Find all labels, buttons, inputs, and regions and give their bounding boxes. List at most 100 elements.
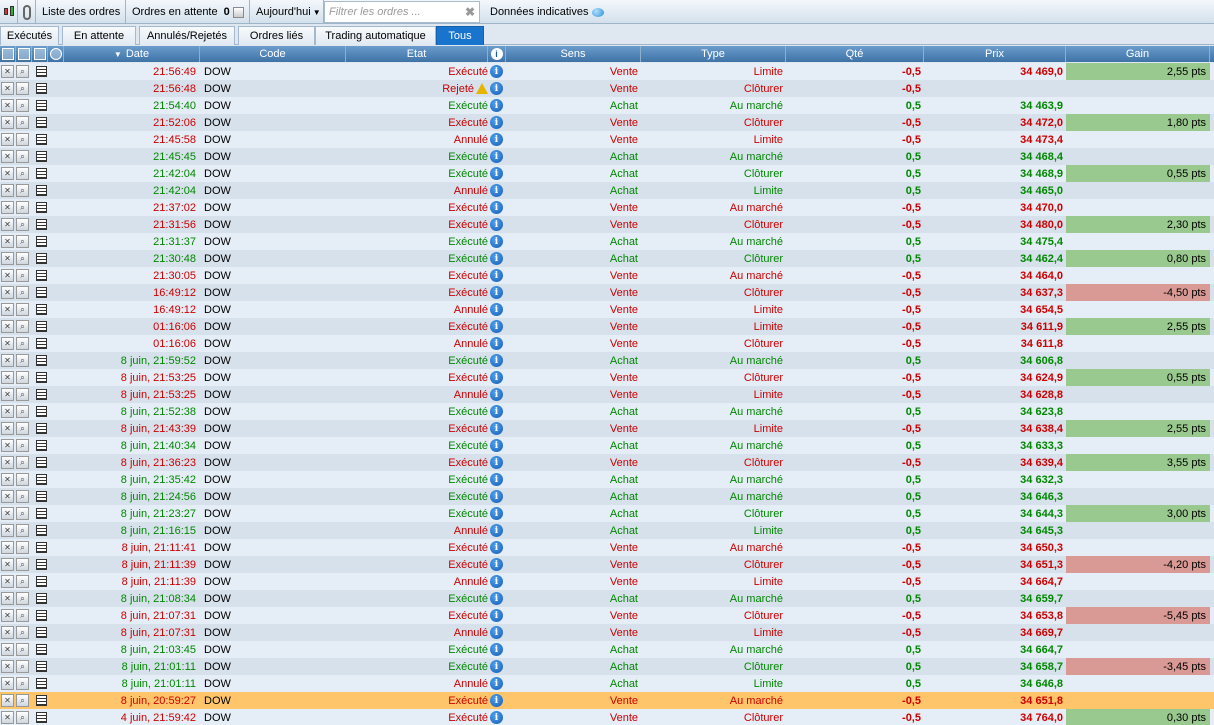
edit-order-icon[interactable]: ✕ bbox=[1, 133, 14, 146]
tab-annules-rejetes[interactable]: Annulés/Rejetés bbox=[139, 26, 235, 45]
info-icon[interactable]: i bbox=[490, 592, 503, 605]
tab-trading-automatique[interactable]: Trading automatique bbox=[315, 26, 436, 45]
table-row[interactable]: ✕ ⌕ 21:30:48 DOW Exécuté i Achat Clôturer 0,5 34 … bbox=[0, 250, 1214, 267]
orders-list-tab[interactable]: Liste des ordres bbox=[36, 0, 126, 24]
order-details-icon[interactable] bbox=[36, 134, 47, 145]
table-row[interactable]: ✕ ⌕ 21:56:49 DOW Exécuté i Vente Limite -0,5 34 4… bbox=[0, 63, 1214, 80]
info-icon[interactable]: i bbox=[490, 303, 503, 316]
search-order-icon[interactable]: ⌕ bbox=[16, 473, 29, 486]
order-details-icon[interactable] bbox=[36, 270, 47, 281]
table-row[interactable]: ✕ ⌕ 01:16:06 DOW Annulé i Vente Clôturer -0,5 34 … bbox=[0, 335, 1214, 352]
header-info-icon[interactable]: i bbox=[488, 46, 506, 62]
pending-close-icon[interactable] bbox=[232, 6, 244, 18]
info-icon[interactable]: i bbox=[490, 677, 503, 690]
search-order-icon[interactable]: ⌕ bbox=[16, 626, 29, 639]
order-details-icon[interactable] bbox=[36, 100, 47, 111]
info-icon[interactable]: i bbox=[490, 439, 503, 452]
tab-tous[interactable]: Tous bbox=[436, 26, 484, 45]
search-order-icon[interactable]: ⌕ bbox=[16, 320, 29, 333]
table-row[interactable]: ✕ ⌕ 8 juin, 21:08:34 DOW Exécuté i Achat Au mar… bbox=[0, 590, 1214, 607]
col-gain[interactable]: Gain bbox=[1066, 46, 1210, 62]
table-row[interactable]: ✕ ⌕ 8 juin, 21:53:25 DOW Annulé i Vente Limite -… bbox=[0, 386, 1214, 403]
edit-order-icon[interactable]: ✕ bbox=[1, 677, 14, 690]
info-bubble-icon[interactable] bbox=[592, 7, 605, 17]
order-details-icon[interactable] bbox=[36, 542, 47, 553]
header-edit-icon[interactable] bbox=[0, 46, 16, 62]
edit-order-icon[interactable]: ✕ bbox=[1, 371, 14, 384]
edit-order-icon[interactable]: ✕ bbox=[1, 252, 14, 265]
search-order-icon[interactable]: ⌕ bbox=[16, 235, 29, 248]
order-details-icon[interactable] bbox=[36, 440, 47, 451]
search-order-icon[interactable]: ⌕ bbox=[16, 218, 29, 231]
edit-order-icon[interactable]: ✕ bbox=[1, 116, 14, 129]
tab-ordres-lies[interactable]: Ordres liés bbox=[238, 26, 315, 45]
table-row[interactable]: ✕ ⌕ 21:45:45 DOW Exécuté i Achat Au marché 0,5 34… bbox=[0, 148, 1214, 165]
tab-executes[interactable]: Exécutés bbox=[0, 26, 59, 45]
search-order-icon[interactable]: ⌕ bbox=[16, 541, 29, 554]
edit-order-icon[interactable]: ✕ bbox=[1, 201, 14, 214]
edit-order-icon[interactable]: ✕ bbox=[1, 388, 14, 401]
edit-order-icon[interactable]: ✕ bbox=[1, 660, 14, 673]
table-row[interactable]: ✕ ⌕ 01:16:06 DOW Exécuté i Vente Limite -0,5 34 6… bbox=[0, 318, 1214, 335]
edit-order-icon[interactable]: ✕ bbox=[1, 439, 14, 452]
order-details-icon[interactable] bbox=[36, 338, 47, 349]
info-icon[interactable]: i bbox=[490, 507, 503, 520]
table-row[interactable]: ✕ ⌕ 8 juin, 21:52:38 DOW Exécuté i Achat Au mar… bbox=[0, 403, 1214, 420]
order-details-icon[interactable] bbox=[36, 202, 47, 213]
search-order-icon[interactable]: ⌕ bbox=[16, 133, 29, 146]
search-order-icon[interactable]: ⌕ bbox=[16, 643, 29, 656]
edit-order-icon[interactable]: ✕ bbox=[1, 337, 14, 350]
order-details-icon[interactable] bbox=[36, 389, 47, 400]
info-icon[interactable]: i bbox=[490, 558, 503, 571]
edit-order-icon[interactable]: ✕ bbox=[1, 150, 14, 163]
order-details-icon[interactable] bbox=[36, 695, 47, 706]
table-row[interactable]: ✕ ⌕ 16:49:12 DOW Annulé i Vente Limite -0,5 34 65… bbox=[0, 301, 1214, 318]
order-details-icon[interactable] bbox=[36, 287, 47, 298]
edit-order-icon[interactable]: ✕ bbox=[1, 507, 14, 520]
search-order-icon[interactable]: ⌕ bbox=[16, 711, 29, 724]
search-order-icon[interactable]: ⌕ bbox=[16, 371, 29, 384]
order-details-icon[interactable] bbox=[36, 491, 47, 502]
edit-order-icon[interactable]: ✕ bbox=[1, 694, 14, 707]
table-row[interactable]: ✕ ⌕ 8 juin, 21:01:11 DOW Exécuté i Achat Clôtur… bbox=[0, 658, 1214, 675]
order-details-icon[interactable] bbox=[36, 627, 47, 638]
table-row[interactable]: ✕ ⌕ 8 juin, 21:23:27 DOW Exécuté i Achat Clôtur… bbox=[0, 505, 1214, 522]
search-order-icon[interactable]: ⌕ bbox=[16, 677, 29, 690]
edit-order-icon[interactable]: ✕ bbox=[1, 184, 14, 197]
search-order-icon[interactable]: ⌕ bbox=[16, 524, 29, 537]
edit-order-icon[interactable]: ✕ bbox=[1, 524, 14, 537]
search-order-icon[interactable]: ⌕ bbox=[16, 65, 29, 78]
edit-order-icon[interactable]: ✕ bbox=[1, 575, 14, 588]
order-details-icon[interactable] bbox=[36, 559, 47, 570]
order-details-icon[interactable] bbox=[36, 644, 47, 655]
table-row[interactable]: ✕ ⌕ 8 juin, 21:07:31 DOW Annulé i Vente Limite -… bbox=[0, 624, 1214, 641]
search-order-icon[interactable]: ⌕ bbox=[16, 286, 29, 299]
search-order-icon[interactable]: ⌕ bbox=[16, 592, 29, 605]
table-row[interactable]: ✕ ⌕ 8 juin, 21:24:56 DOW Exécuté i Achat Au mar… bbox=[0, 488, 1214, 505]
edit-order-icon[interactable]: ✕ bbox=[1, 269, 14, 282]
order-details-icon[interactable] bbox=[36, 593, 47, 604]
table-row[interactable]: ✕ ⌕ 21:31:37 DOW Exécuté i Achat Au marché 0,5 34… bbox=[0, 233, 1214, 250]
search-order-icon[interactable]: ⌕ bbox=[16, 694, 29, 707]
edit-order-icon[interactable]: ✕ bbox=[1, 320, 14, 333]
edit-order-icon[interactable]: ✕ bbox=[1, 303, 14, 316]
table-row[interactable]: ✕ ⌕ 8 juin, 21:59:52 DOW Exécuté i Achat Au mar… bbox=[0, 352, 1214, 369]
info-icon[interactable]: i bbox=[490, 422, 503, 435]
order-details-icon[interactable] bbox=[36, 117, 47, 128]
info-icon[interactable]: i bbox=[490, 133, 503, 146]
col-etat[interactable]: Etat bbox=[346, 46, 488, 62]
header-details-icon[interactable] bbox=[32, 46, 48, 62]
order-details-icon[interactable] bbox=[36, 678, 47, 689]
order-details-icon[interactable] bbox=[36, 304, 47, 315]
search-order-icon[interactable]: ⌕ bbox=[16, 388, 29, 401]
table-row[interactable]: ✕ ⌕ 21:54:40 DOW Exécuté i Achat Au marché 0,5 34… bbox=[0, 97, 1214, 114]
search-order-icon[interactable]: ⌕ bbox=[16, 337, 29, 350]
info-icon[interactable]: i bbox=[490, 626, 503, 639]
info-icon[interactable]: i bbox=[490, 235, 503, 248]
edit-order-icon[interactable]: ✕ bbox=[1, 473, 14, 486]
table-row[interactable]: ✕ ⌕ 8 juin, 21:36:23 DOW Exécuté i Vente Clôtur… bbox=[0, 454, 1214, 471]
edit-order-icon[interactable]: ✕ bbox=[1, 643, 14, 656]
info-icon[interactable]: i bbox=[490, 150, 503, 163]
search-order-icon[interactable]: ⌕ bbox=[16, 490, 29, 503]
table-row[interactable]: ✕ ⌕ 21:42:04 DOW Annulé i Achat Limite 0,5 34 465… bbox=[0, 182, 1214, 199]
